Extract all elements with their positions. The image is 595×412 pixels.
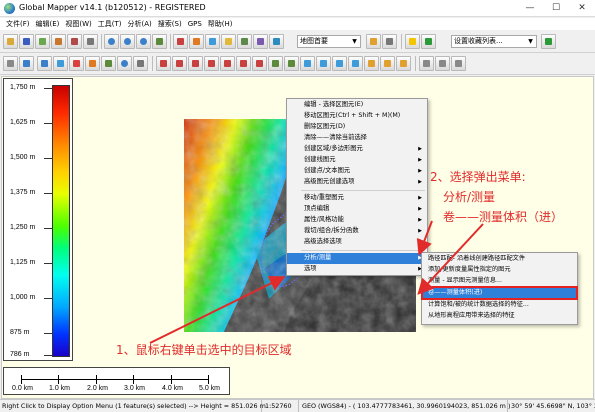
status-scale: 1:52760 (263, 400, 299, 412)
status-hint: Right Click to Display Option Menu (1 fe… (2, 400, 266, 412)
annotation-arrows (149, 220, 484, 344)
status-dms: 30° 59' 45.6698" N, 103° 28' (511, 402, 595, 410)
status-coordinates: GEO (WGS84) - ( 103.4777783461, 30.99601… (302, 400, 511, 412)
annotation-step2-menu: 分析/测量 (443, 190, 496, 204)
annotation-step1: 1、鼠标右键单击选中的目标区域 (116, 343, 292, 357)
status-bar: Right Click to Display Option Menu (1 fe… (0, 399, 595, 412)
annotation-step2: 2、选择弹出菜单: (430, 170, 526, 184)
annotation-step2-item: 卷——测量体积（进） (443, 210, 564, 224)
